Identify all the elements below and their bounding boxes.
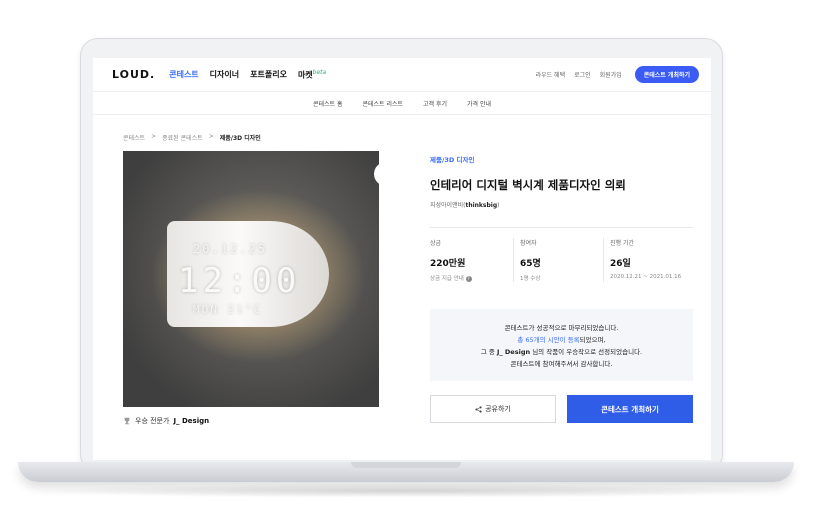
submission-count-link[interactable]: 총 65개의 시안이 등록 <box>517 336 579 344</box>
stat-sub: 1명 수상 <box>520 276 541 282</box>
stat-duration: 진행 기간 26일 2020.12.21 ~ 2021.01.16 <box>604 238 693 282</box>
login-link[interactable]: 로그인 <box>574 70 591 79</box>
nav-item-contest[interactable]: 콘테스트 <box>169 69 198 81</box>
product-image[interactable]: 20.12.25 12:00 MON 21°C <box>123 151 379 407</box>
signup-link[interactable]: 회원가입 <box>600 70 622 79</box>
stat-label: 참여자 <box>520 240 537 247</box>
notice-line: 그 중 J_ Design 님의 작품이 우승작으로 선정되었습니다. <box>430 346 693 358</box>
contest-stats: 상금 220만원 상금 지급 안내 ? 참여자 65명 1명 수상 진행 기간 … <box>430 238 693 282</box>
stat-sub: 상금 지급 안내 <box>430 276 464 282</box>
sub-nav: 콘테스트 홈 콘테스트 리스트 고객 후기 가격 안내 <box>93 92 711 115</box>
author-name: 지성아이앤비 <box>430 202 464 209</box>
top-header: LOUD. 콘테스트 디자이너 포트폴리오 마켓beta 라우드 혜택 로그인 … <box>93 58 711 92</box>
header-host-contest-button[interactable]: 콘테스트 개최하기 <box>634 66 699 83</box>
laptop-base <box>18 462 794 482</box>
contest-author: 지성아이앤비(thinksbig) <box>430 202 500 209</box>
breadcrumb-item[interactable]: 콘테스트 <box>123 133 145 142</box>
stat-value: 65명 <box>520 259 541 269</box>
browser-screen: LOUD. 콘테스트 디자이너 포트폴리오 마켓beta 라우드 혜택 로그인 … <box>93 58 711 460</box>
benefits-link[interactable]: 라우드 혜택 <box>536 70 566 79</box>
nav-item-designer[interactable]: 디자이너 <box>210 69 239 81</box>
notice-line: 총 65개의 시안이 등록되었으며, <box>430 334 693 346</box>
contest-title: 인테리어 디지털 벽시계 제품디자인 의뢰 <box>430 178 626 192</box>
notice-line: 콘테스트에 참여해주셔서 감사합니다. <box>510 360 613 368</box>
laptop-shadow <box>30 484 782 498</box>
stat-label: 상금 <box>430 240 442 247</box>
stat-value: 220만원 <box>430 259 466 269</box>
main-nav: 콘테스트 디자이너 포트폴리오 마켓beta <box>169 69 326 81</box>
subnav-pricing[interactable]: 가격 안내 <box>467 99 491 108</box>
stat-label: 진행 기간 <box>610 240 634 247</box>
prize-guide-link[interactable]: 상금 지급 안내 ? <box>430 274 513 282</box>
clock-date: 20.12.25 <box>193 242 267 256</box>
chevron-right-icon: > <box>151 133 157 140</box>
subnav-reviews[interactable]: 고객 후기 <box>423 99 447 108</box>
host-contest-button[interactable]: 콘테스트 개최하기 <box>567 395 693 423</box>
nav-item-market[interactable]: 마켓beta <box>298 69 326 81</box>
share-icon <box>475 405 482 413</box>
utility-links: 라우드 혜택 로그인 회원가입 콘테스트 개최하기 <box>536 66 711 83</box>
nav-item-market-label: 마켓 <box>297 70 313 80</box>
breadcrumb: 콘테스트 > 종료된 콘테스트 > 제품/3D 디자인 <box>123 133 261 142</box>
chevron-right-icon: > <box>208 133 214 140</box>
winner-label: 우승 전문가 <box>135 417 170 425</box>
notice-text: 그 중 <box>480 348 495 356</box>
completion-notice: 콘테스트가 성공적으로 마무리되었습니다. 총 65개의 시안이 등록되었으며,… <box>430 309 693 381</box>
notice-text: 님의 작품이 우승작으로 선정되었습니다. <box>532 348 643 356</box>
contest-category: 제품/3D 디자인 <box>430 156 475 164</box>
author-handle: thinksbig <box>465 202 498 209</box>
stat-prize: 상금 220만원 상금 지급 안내 ? <box>430 238 514 282</box>
notice-line: 콘테스트가 성공적으로 마무리되었습니다. <box>504 324 619 332</box>
trophy-icon <box>124 417 130 425</box>
clock-temp: MON 21°C <box>193 303 262 316</box>
logo[interactable]: LOUD. <box>112 68 155 81</box>
stat-value: 26일 <box>610 259 631 269</box>
clock-time: 12:00 <box>178 261 301 301</box>
breadcrumb-current: 제품/3D 디자인 <box>219 135 261 142</box>
notice-text: 되었으며, <box>579 336 606 344</box>
winner-name[interactable]: J_ Design <box>173 417 209 425</box>
notice-winner-name: J_ Design <box>496 348 531 356</box>
laptop-notch <box>351 462 461 468</box>
stat-participants: 참여자 65명 1명 수상 <box>514 238 604 282</box>
subnav-contest-home[interactable]: 콘테스트 홈 <box>313 99 343 108</box>
stat-sub: 2020.12.21 ~ 2021.01.16 <box>610 274 682 280</box>
info-icon: ? <box>465 275 472 282</box>
winner-info: 우승 전문가 J_ Design <box>123 416 209 426</box>
like-button[interactable] <box>374 162 379 186</box>
nav-item-portfolio[interactable]: 포트폴리오 <box>250 69 287 81</box>
subnav-contest-list[interactable]: 콘테스트 리스트 <box>362 99 403 108</box>
breadcrumb-item[interactable]: 종료된 콘테스트 <box>162 133 203 142</box>
beta-badge: beta <box>312 68 327 76</box>
divider <box>430 227 693 228</box>
share-label: 공유하기 <box>485 405 511 413</box>
share-button[interactable]: 공유하기 <box>430 395 556 423</box>
